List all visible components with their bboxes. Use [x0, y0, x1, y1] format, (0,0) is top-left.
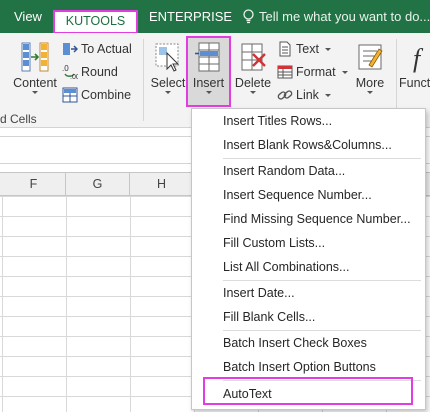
tell-me-text: Tell me what you want to do...: [259, 9, 430, 24]
menu-item-fill-blank-cells[interactable]: Fill Blank Cells...: [192, 305, 425, 329]
menu-item-find-missing-sequence-number[interactable]: Find Missing Sequence Number...: [192, 207, 425, 231]
menu-item-insert-date[interactable]: Insert Date...: [192, 281, 425, 305]
link-chain-icon: [277, 90, 293, 100]
functions-button[interactable]: f Functi: [399, 41, 430, 90]
menu-item-insert-blank-rows-columns[interactable]: Insert Blank Rows&Columns...: [192, 133, 425, 157]
chevron-down-icon: [205, 91, 212, 94]
round-label: Round: [81, 65, 118, 79]
to-actual-button[interactable]: To Actual: [62, 38, 132, 60]
menu-item-fill-custom-lists[interactable]: Fill Custom Lists...: [192, 231, 425, 255]
insert-rows-icon: [194, 42, 219, 72]
ribbon-group-label: d Cells: [0, 112, 37, 126]
insert-button[interactable]: Insert: [188, 41, 229, 94]
chevron-down-icon: [342, 71, 349, 74]
select-label: Select: [150, 76, 186, 90]
ribbon-tab-bar: View KUTOOLS ENTERPRISE Tell me what you…: [0, 0, 430, 34]
svg-text:f: f: [413, 44, 424, 73]
insert-dropdown-menu: Insert Titles Rows... Insert Blank Rows&…: [191, 108, 426, 410]
lightbulb-icon: [243, 9, 254, 24]
insert-label: Insert: [192, 76, 225, 90]
menu-item-list-all-combinations[interactable]: List All Combinations...: [192, 255, 425, 279]
chevron-down-icon: [165, 91, 171, 94]
round-icon: .0 .00: [62, 64, 80, 81]
delete-icon: [241, 43, 266, 71]
column-header-h[interactable]: H: [130, 173, 194, 195]
content-label: Content: [13, 76, 57, 90]
menu-item-batch-insert-option-buttons[interactable]: Batch Insert Option Buttons: [192, 355, 425, 379]
link-label: Link: [296, 88, 319, 102]
to-actual-icon: [63, 43, 79, 55]
group-separator: [143, 39, 144, 121]
delete-label: Delete: [234, 76, 272, 90]
menu-item-insert-random-data[interactable]: Insert Random Data...: [192, 159, 425, 183]
svg-text:.00: .00: [70, 74, 78, 80]
svg-text:.0: .0: [62, 64, 69, 73]
function-fx-icon: f: [413, 44, 424, 73]
content-button[interactable]: Content: [10, 41, 60, 94]
functions-label: Functi: [399, 76, 430, 90]
chevron-down-icon: [32, 91, 38, 94]
combine-label: Combine: [81, 88, 132, 102]
format-button[interactable]: Format: [277, 61, 349, 83]
combine-button[interactable]: Combine: [62, 84, 131, 106]
autotext-highlight: [203, 377, 413, 405]
chevron-down-icon: [250, 91, 256, 94]
combine-icon: [62, 87, 78, 103]
content-icon: [21, 42, 49, 72]
tab-kutools[interactable]: KUTOOLS: [53, 10, 138, 34]
menu-item-insert-titles-rows[interactable]: Insert Titles Rows...: [192, 109, 425, 133]
delete-button[interactable]: Delete: [232, 41, 274, 94]
select-button[interactable]: Select: [148, 41, 188, 94]
column-header-g[interactable]: G: [66, 173, 130, 195]
text-label: Text: [296, 42, 319, 56]
more-label: More: [355, 76, 385, 90]
tab-view[interactable]: View: [14, 0, 42, 33]
tell-me-search[interactable]: Tell me what you want to do...: [242, 0, 430, 33]
format-label: Format: [296, 65, 336, 79]
tab-enterprise[interactable]: ENTERPRISE: [149, 0, 232, 33]
link-button[interactable]: Link: [277, 84, 332, 106]
to-actual-label: To Actual: [81, 42, 132, 56]
select-cursor-icon: [155, 43, 180, 72]
menu-item-insert-sequence-number[interactable]: Insert Sequence Number...: [192, 183, 425, 207]
more-button[interactable]: More: [350, 41, 390, 94]
format-table-icon: [277, 65, 293, 79]
column-header-f[interactable]: F: [2, 173, 66, 195]
text-document-icon: [279, 41, 291, 57]
more-tools-icon: [358, 44, 383, 70]
chevron-down-icon: [325, 48, 332, 51]
menu-item-batch-insert-check-boxes[interactable]: Batch Insert Check Boxes: [192, 331, 425, 355]
round-button[interactable]: .0 .00 Round: [62, 61, 118, 83]
text-button[interactable]: Text: [277, 38, 332, 60]
chevron-down-icon: [367, 91, 373, 94]
chevron-down-icon: [325, 94, 332, 97]
